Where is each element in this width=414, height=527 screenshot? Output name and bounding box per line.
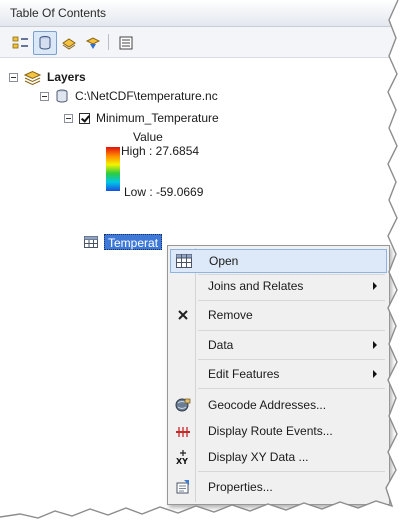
menu-item-edit-features[interactable]: Edit Features (170, 362, 387, 386)
menu-item-display-route-events[interactable]: Display Route Events... (170, 419, 387, 443)
source-path-label: C:\NetCDF\temperature.nc (75, 89, 218, 103)
options-icon[interactable] (114, 31, 138, 55)
list-by-source-icon[interactable] (33, 31, 57, 55)
table-of-contents-window: Table Of Contents Layers C:\NetCDF\tempe… (0, 0, 399, 527)
menu-item-label: Display XY Data ... (208, 450, 309, 464)
legend-low-label: Low : -59.0669 (124, 185, 204, 199)
layer-visibility-checkbox[interactable] (79, 112, 90, 124)
table-icon (84, 233, 98, 251)
layer-label: Minimum_Temperature (96, 111, 219, 125)
legend-low: Low : -59.0669 (124, 183, 203, 201)
menu-item-label: Open (209, 254, 239, 268)
menu-separator (198, 471, 385, 472)
database-icon (55, 89, 69, 103)
geocode-globe-icon (170, 397, 196, 413)
route-events-icon (170, 424, 196, 438)
menu-separator (198, 388, 385, 389)
menu-separator (198, 300, 385, 301)
list-by-selection-icon[interactable] (81, 31, 105, 55)
color-ramp-swatch (106, 147, 120, 191)
menu-item-label: Geocode Addresses... (208, 398, 327, 412)
menu-separator (198, 359, 385, 360)
menu-item-label: Joins and Relates (208, 279, 304, 293)
menu-item-data[interactable]: Data (170, 333, 387, 357)
legend-high: High : 27.6854 (121, 142, 199, 160)
menu-item-label: Data (208, 338, 234, 352)
legend-high-label: High : 27.6854 (121, 144, 200, 158)
collapse-toggle[interactable] (64, 113, 73, 123)
remove-x-icon (170, 310, 196, 320)
tree-node-layers[interactable]: Layers (9, 68, 86, 86)
xy-data-icon: XY (170, 449, 196, 465)
table-icon (171, 254, 197, 268)
menu-item-remove[interactable]: Remove (170, 303, 387, 327)
toolbar-separator (108, 34, 109, 50)
toc-toolbar (0, 27, 398, 58)
layers-label: Layers (47, 70, 86, 84)
submenu-arrow-icon (373, 341, 377, 349)
collapse-toggle[interactable] (9, 72, 18, 82)
menu-separator (198, 330, 385, 331)
list-by-drawing-order-icon[interactable] (9, 31, 33, 55)
menu-item-label: Edit Features (208, 367, 280, 381)
standalone-table-selected[interactable]: Temperat (104, 234, 163, 250)
menu-item-display-xy-data[interactable]: XY Display XY Data ... (170, 445, 387, 469)
submenu-arrow-icon (373, 282, 377, 290)
menu-item-properties[interactable]: Properties... (170, 475, 387, 499)
menu-item-label: Display Route Events... (208, 424, 333, 438)
menu-item-open[interactable]: Open (170, 249, 387, 273)
tree-node-source[interactable]: C:\NetCDF\temperature.nc (40, 87, 218, 105)
menu-item-joins-and-relates[interactable]: Joins and Relates (170, 274, 387, 298)
list-by-visibility-icon[interactable] (57, 31, 81, 55)
tree-node-layer[interactable]: Minimum_Temperature (64, 109, 219, 127)
submenu-arrow-icon (373, 370, 377, 378)
window-titlebar: Table Of Contents (0, 0, 398, 27)
window-title: Table Of Contents (10, 6, 107, 20)
collapse-toggle[interactable] (40, 91, 49, 101)
svg-text:XY: XY (176, 457, 188, 465)
menu-item-label: Properties... (208, 480, 273, 494)
menu-item-geocode-addresses[interactable]: Geocode Addresses... (170, 393, 387, 417)
layers-icon (24, 70, 41, 85)
properties-icon (170, 479, 196, 495)
context-menu: Open Joins and Relates Remove Data Edit … (167, 245, 390, 505)
menu-item-label: Remove (208, 308, 253, 322)
